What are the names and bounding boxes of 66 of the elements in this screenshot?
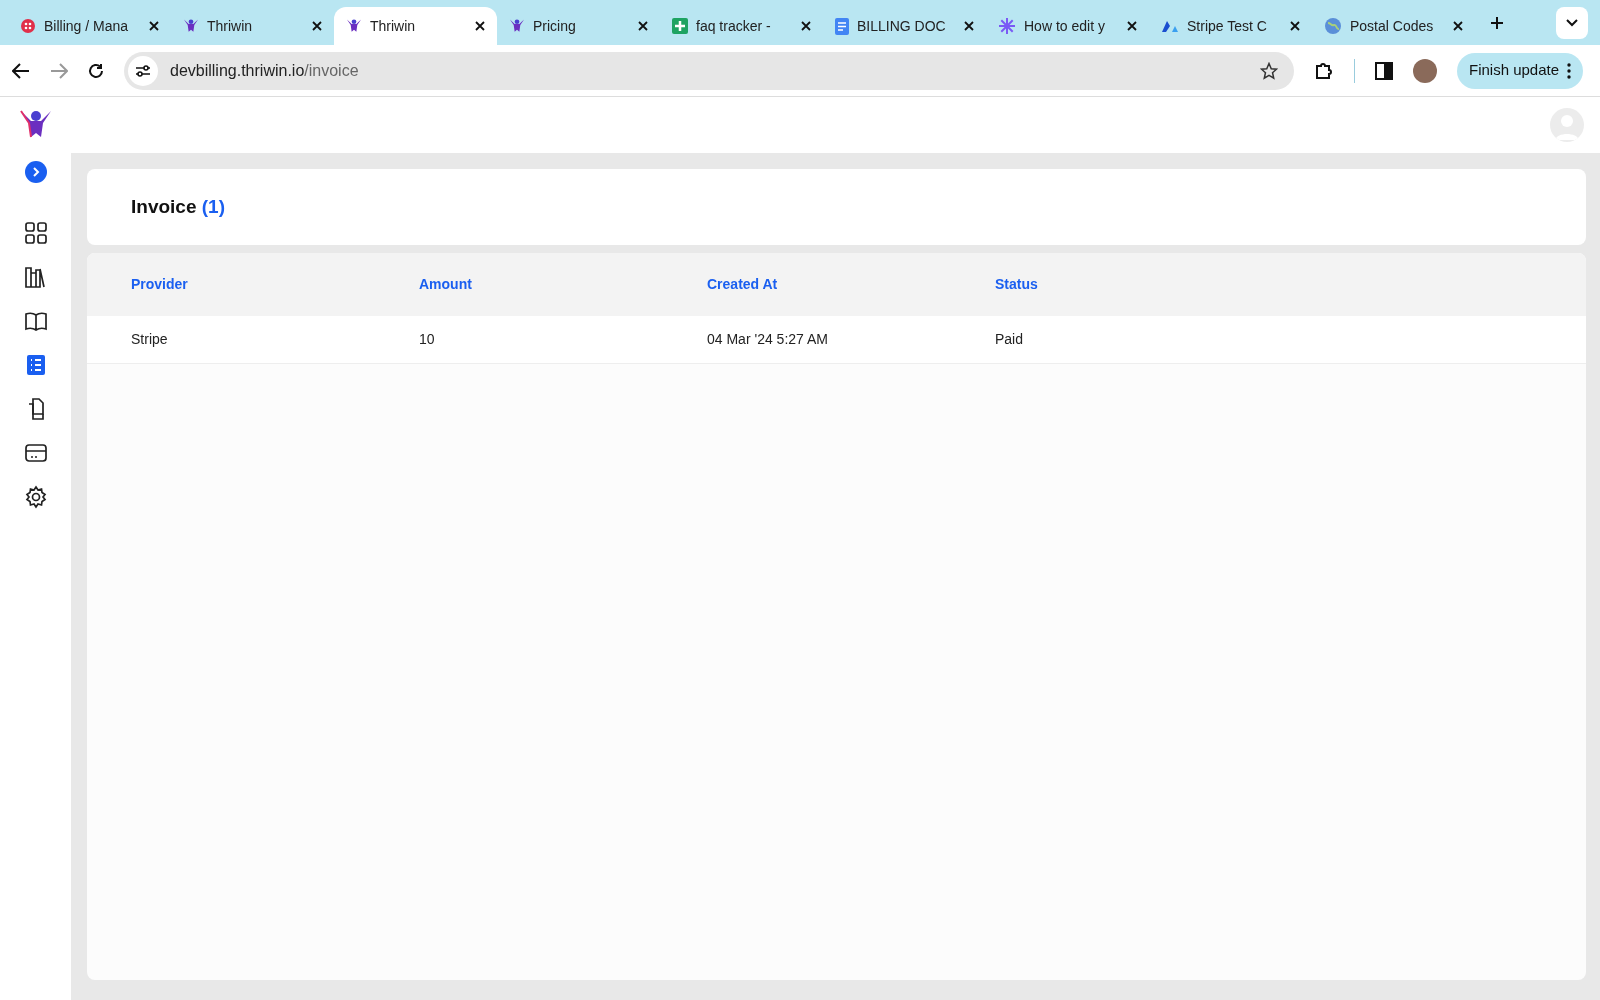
favicon-icon	[20, 18, 36, 34]
column-header[interactable]: Status	[995, 274, 1542, 295]
favicon-icon	[835, 17, 849, 35]
url-text: devbilling.thriwin.io/invoice	[170, 60, 359, 81]
book-icon[interactable]	[23, 309, 48, 333]
star-icon[interactable]	[1260, 61, 1278, 80]
grid-icon[interactable]	[23, 221, 48, 245]
puzzle-icon[interactable]	[1314, 60, 1334, 81]
browser-tab[interactable]: Pricing	[497, 7, 660, 45]
browser-tab[interactable]: BILLING DOC	[823, 7, 986, 45]
reload-icon[interactable]	[88, 62, 104, 79]
close-icon[interactable]	[475, 21, 485, 31]
tab-title: faq tracker -	[696, 16, 772, 36]
browser-tab[interactable]: How to edit y	[986, 7, 1149, 45]
favicon-icon	[509, 18, 525, 34]
close-icon[interactable]	[1127, 21, 1137, 31]
tab-title: Pricing	[533, 16, 577, 36]
page-title: Invoice (1)	[131, 194, 225, 219]
favicon-icon	[672, 18, 688, 34]
browser-tab[interactable]: Stripe Test C	[1149, 7, 1312, 45]
browser-tab[interactable]: Thriwin	[171, 7, 334, 45]
chevron-right-icon	[31, 167, 40, 177]
expand-button[interactable]	[24, 161, 47, 183]
forward-icon[interactable]	[50, 62, 68, 79]
table-cell-text: Paid	[995, 330, 1025, 349]
close-icon[interactable]	[1290, 21, 1300, 31]
column-header[interactable]: Created At	[707, 274, 995, 295]
browser-tab[interactable]: Postal Codes	[1312, 7, 1475, 45]
tab-title: Postal Codes	[1350, 16, 1435, 36]
close-icon[interactable]	[801, 21, 811, 31]
address-bar[interactable]: devbilling.thriwin.io/invoice	[124, 51, 1294, 90]
tab-title: Billing / Mana	[44, 16, 130, 36]
favicon-icon	[346, 18, 362, 34]
books-icon[interactable]	[23, 265, 48, 289]
profile-avatar[interactable]	[1413, 58, 1437, 83]
table-cell-text: 04 Mar '24 5:27 AM	[707, 330, 829, 349]
tab-title: BILLING DOC	[857, 16, 947, 36]
close-icon[interactable]	[312, 21, 322, 31]
back-icon[interactable]	[12, 62, 30, 79]
close-icon[interactable]	[149, 21, 159, 31]
side-panel-icon[interactable]	[1375, 61, 1393, 80]
finish-update-button[interactable]: Finish update	[1457, 52, 1584, 89]
close-icon[interactable]	[964, 21, 974, 31]
browser-tab[interactable]: Thriwin	[334, 7, 497, 45]
close-icon[interactable]	[1453, 21, 1463, 31]
tab-title: Stripe Test C	[1187, 16, 1268, 36]
tab-search-button[interactable]	[1556, 7, 1588, 39]
card-icon[interactable]	[23, 441, 48, 465]
favicon-icon	[1161, 19, 1179, 33]
tab-title: Thriwin	[207, 16, 254, 36]
column-header[interactable]: Amount	[419, 274, 707, 295]
tab-title: Thriwin	[370, 16, 417, 36]
favicon-icon	[998, 17, 1016, 35]
settings-icon[interactable]	[23, 485, 48, 509]
table-cell-text: Stripe	[131, 330, 169, 349]
site-info-icon[interactable]	[128, 55, 158, 86]
favicon-icon	[183, 18, 199, 34]
browser-tab[interactable]: Billing / Mana	[8, 7, 171, 45]
chevron-down-icon	[1566, 19, 1578, 27]
tab-title: How to edit y	[1024, 16, 1106, 36]
table-cell-text: 10	[419, 330, 436, 349]
more-icon[interactable]	[1567, 62, 1572, 79]
browser-tab[interactable]: faq tracker -	[660, 7, 823, 45]
column-header[interactable]: Provider	[131, 274, 419, 295]
close-icon[interactable]	[638, 21, 648, 31]
favicon-icon	[1324, 17, 1342, 35]
